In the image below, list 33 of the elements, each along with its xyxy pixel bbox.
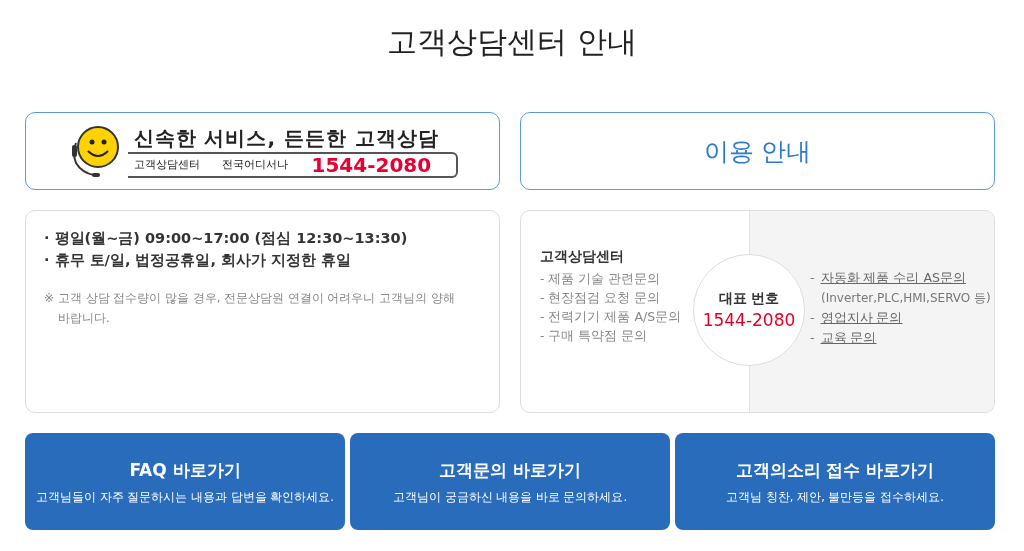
note-mark: ※	[44, 290, 55, 307]
shortcut-button[interactable]: FAQ 바로가기 고객님들이 자주 질문하시는 내용과 답변을 확인하세요.	[25, 433, 345, 530]
shortcut-title: 고객문의 바로가기	[439, 458, 581, 482]
circle-phone: 1544-2080	[702, 310, 796, 330]
dash: -	[810, 269, 815, 287]
inquiry-item: - 구매 특약점 문의	[540, 327, 648, 345]
inquiry-link[interactable]: 영업지사 문의	[820, 308, 903, 328]
inquiry-item: - 전력기기 제품 A/S문의	[540, 308, 682, 326]
banner-headline: 신속한 서비스, 든든한 고객상담	[132, 124, 440, 152]
inquiry-link[interactable]: 교육 문의	[820, 328, 877, 348]
hours-line: · 평일(월~금) 09:00~17:00 (점심 12:30~13:30)	[44, 229, 409, 248]
banner-label: 고객상담센터	[133, 157, 201, 172]
dash: -	[810, 329, 815, 347]
shortcut-description: 고객님 칭찬, 제안, 불만등을 접수하세요.	[726, 489, 944, 505]
circle-label: 대표 번호	[718, 290, 780, 308]
shortcut-description: 고객님들이 자주 질문하시는 내용과 답변을 확인하세요.	[36, 489, 334, 505]
inquiry-link[interactable]: 자동화 제품 수리 AS문의	[820, 268, 966, 288]
note-text: 고객 상담 접수량이 많을 경우, 전문상담원 연결이 어려우니 고객님의 양해 바랍니다.	[58, 290, 456, 327]
inquiry-note: (Inverter,PLC,HMI,SERVO 등)	[820, 290, 992, 307]
shortcut-button[interactable]: 고객의소리 접수 바로가기 고객님 칭찬, 제안, 불만등을 접수하세요.	[675, 433, 995, 530]
shortcut-title: FAQ 바로가기	[129, 458, 241, 482]
inquiry-item: - 제품 기술 관련문의	[540, 270, 661, 288]
hours-line: · 휴무 토/일, 법정공휴일, 회사가 지정한 휴일	[44, 251, 353, 270]
shortcut-title: 고객의소리 접수 바로가기	[735, 458, 935, 482]
shortcut-description: 고객님이 궁금하신 내용을 바로 문의하세요.	[392, 489, 628, 505]
inquiry-item: - 현장점검 요청 문의	[540, 289, 661, 307]
center-title: 고객상담센터	[540, 248, 624, 266]
shortcut-button[interactable]: 고객문의 바로가기 고객님이 궁금하신 내용을 바로 문의하세요.	[350, 433, 670, 530]
banner-slogan: 전국어디서나	[221, 157, 289, 172]
banner-phone: 1544-2080	[311, 152, 432, 177]
usage-header: 이용 안내	[703, 135, 812, 168]
dash: -	[810, 309, 815, 327]
page-title: 고객상담센터 안내	[386, 23, 638, 61]
